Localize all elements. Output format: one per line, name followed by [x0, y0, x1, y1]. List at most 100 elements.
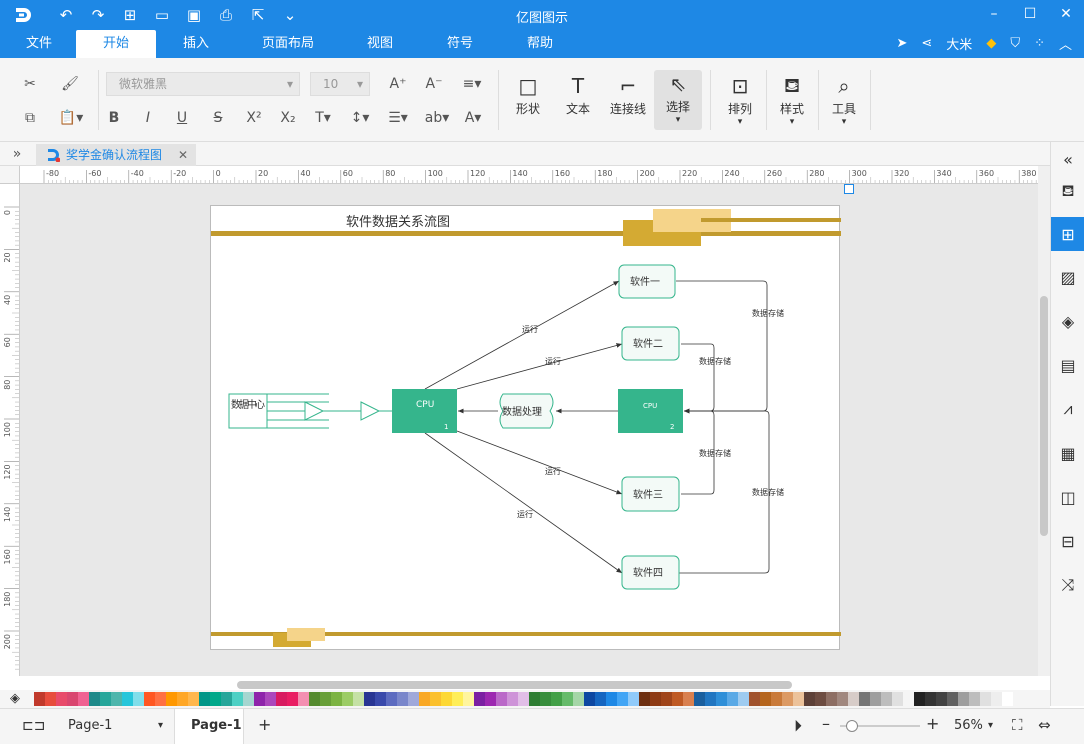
- group-icon[interactable]: ◫: [1051, 480, 1084, 514]
- color-swatch[interactable]: [793, 692, 804, 706]
- color-swatch[interactable]: [606, 692, 617, 706]
- color-swatch[interactable]: [408, 692, 419, 706]
- superscript-icon[interactable]: X²: [242, 106, 266, 130]
- theme-shirt-icon[interactable]: ⛉: [1010, 36, 1020, 51]
- menu-file[interactable]: 文件: [14, 30, 64, 58]
- color-swatch[interactable]: [243, 692, 254, 706]
- text-style-icon[interactable]: T▾: [308, 106, 338, 130]
- close-icon[interactable]: ✕: [1048, 0, 1084, 28]
- color-swatch[interactable]: [826, 692, 837, 706]
- tools-button[interactable]: ⌕ 工具 ▾: [820, 72, 868, 127]
- color-swatch[interactable]: [265, 692, 276, 706]
- menu-symbol[interactable]: 符号: [436, 30, 484, 58]
- color-swatch[interactable]: [771, 692, 782, 706]
- color-swatch[interactable]: [782, 692, 793, 706]
- color-swatch[interactable]: [738, 692, 749, 706]
- align-icon[interactable]: ≡▾: [456, 72, 488, 96]
- color-swatch[interactable]: [914, 692, 925, 706]
- layers-icon[interactable]: ◈: [1051, 304, 1084, 338]
- add-page-icon[interactable]: +: [258, 715, 271, 734]
- color-swatch[interactable]: [903, 692, 914, 706]
- horizontal-scrollbar[interactable]: [237, 681, 792, 689]
- collapse-ribbon-icon[interactable]: ︿: [1059, 34, 1072, 53]
- color-swatch[interactable]: [925, 692, 936, 706]
- zoom-out-icon[interactable]: –: [822, 714, 830, 733]
- close-tab-icon[interactable]: ✕: [178, 144, 188, 166]
- color-swatch[interactable]: [188, 692, 199, 706]
- color-swatch[interactable]: [353, 692, 364, 706]
- color-swatch[interactable]: [562, 692, 573, 706]
- menu-insert[interactable]: 插入: [170, 30, 222, 58]
- menu-page-layout[interactable]: 页面布局: [252, 30, 324, 58]
- font-grow-icon[interactable]: A⁺: [384, 72, 412, 96]
- color-swatch[interactable]: [386, 692, 397, 706]
- color-swatch[interactable]: [870, 692, 881, 706]
- font-name-select[interactable]: 微软雅黑: [106, 72, 300, 96]
- color-swatch[interactable]: [78, 692, 89, 706]
- color-swatch[interactable]: [1002, 692, 1013, 706]
- library-icon[interactable]: ⊞: [1051, 217, 1084, 251]
- send-icon[interactable]: ➤: [896, 36, 907, 51]
- shape-button[interactable]: □ 形状: [504, 72, 552, 117]
- underline-icon[interactable]: U: [170, 106, 194, 130]
- fill-icon[interactable]: ⛾: [1051, 174, 1084, 208]
- color-swatch[interactable]: [936, 692, 947, 706]
- color-swatch[interactable]: [287, 692, 298, 706]
- font-color-icon[interactable]: A▾: [458, 106, 488, 130]
- color-swatch[interactable]: [628, 692, 639, 706]
- format-icon[interactable]: ⊟: [1051, 524, 1084, 558]
- format-painter-icon[interactable]: 🖌: [58, 72, 82, 96]
- color-swatch[interactable]: [529, 692, 540, 706]
- color-swatch[interactable]: [430, 692, 441, 706]
- color-swatch[interactable]: [705, 692, 716, 706]
- subscript-icon[interactable]: X₂: [276, 106, 300, 130]
- connector-button[interactable]: ⌐ 连接线: [604, 72, 652, 117]
- color-swatch[interactable]: [969, 692, 980, 706]
- page-panel-icon[interactable]: ⊏⊐: [22, 718, 45, 734]
- menu-view[interactable]: 视图: [356, 30, 404, 58]
- color-swatch[interactable]: [980, 692, 991, 706]
- color-swatch[interactable]: [111, 692, 122, 706]
- shuffle-icon[interactable]: ⤨: [1051, 568, 1084, 602]
- color-swatch[interactable]: [804, 692, 815, 706]
- color-swatch[interactable]: [419, 692, 430, 706]
- text-button[interactable]: T 文本: [554, 72, 602, 117]
- color-swatch[interactable]: [166, 692, 177, 706]
- chart-icon[interactable]: ⩘: [1051, 392, 1084, 426]
- fullscreen-icon[interactable]: ⛶: [1012, 716, 1023, 734]
- paste-icon[interactable]: 📋▾: [54, 106, 88, 130]
- color-swatch[interactable]: [452, 692, 463, 706]
- color-swatch[interactable]: [947, 692, 958, 706]
- color-swatch[interactable]: [298, 692, 309, 706]
- color-swatch[interactable]: [672, 692, 683, 706]
- color-swatch[interactable]: [100, 692, 111, 706]
- color-swatch[interactable]: [573, 692, 584, 706]
- strikethrough-icon[interactable]: S: [206, 106, 230, 130]
- page-select[interactable]: Page-1: [68, 718, 112, 733]
- color-swatch[interactable]: [639, 692, 650, 706]
- color-swatch[interactable]: [474, 692, 485, 706]
- style-button[interactable]: ⛾ 样式 ▾: [768, 72, 816, 128]
- drawing-page[interactable]: 软件数据关系流图 运行 运行 运行 运行 数据存储 数据存储 数据存储 数据存储…: [210, 205, 841, 650]
- italic-icon[interactable]: I: [136, 106, 160, 130]
- zoom-slider-thumb[interactable]: [846, 720, 858, 732]
- color-swatch[interactable]: [210, 692, 221, 706]
- zoom-in-icon[interactable]: +: [926, 714, 939, 733]
- color-swatch[interactable]: [661, 692, 672, 706]
- color-swatch[interactable]: [716, 692, 727, 706]
- color-swatch[interactable]: [991, 692, 1002, 706]
- play-icon[interactable]: ⏵: [794, 716, 802, 736]
- color-swatch[interactable]: [199, 692, 210, 706]
- fill-color-icon[interactable]: ◈: [10, 691, 20, 706]
- color-swatch[interactable]: [155, 692, 166, 706]
- color-swatch[interactable]: [320, 692, 331, 706]
- arrange-button[interactable]: ⊡ 排列 ▾: [716, 72, 764, 127]
- line-spacing-icon[interactable]: ↕▾: [344, 106, 376, 130]
- color-swatch[interactable]: [364, 692, 375, 706]
- color-swatch[interactable]: [67, 692, 78, 706]
- menu-home[interactable]: 开始: [76, 30, 156, 58]
- color-swatch[interactable]: [507, 692, 518, 706]
- color-swatch[interactable]: [89, 692, 100, 706]
- color-swatch[interactable]: [485, 692, 496, 706]
- color-swatch[interactable]: [177, 692, 188, 706]
